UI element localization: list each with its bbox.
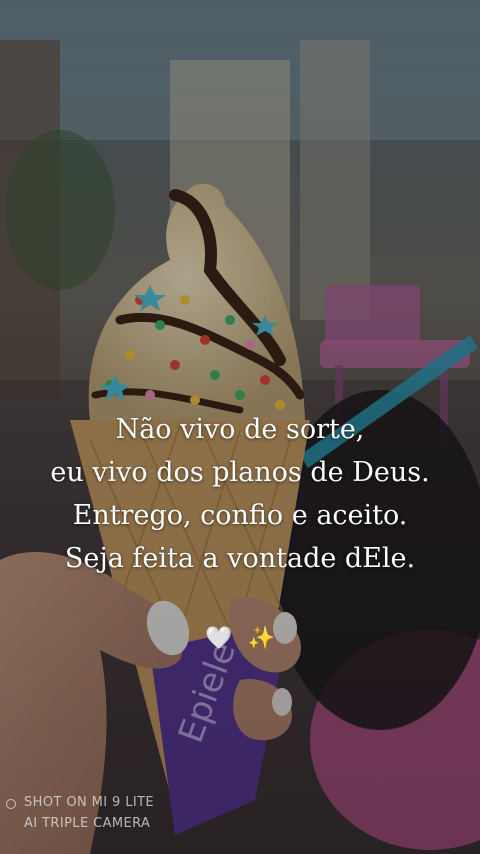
quote-line-1: Não vivo de sorte, [115,414,365,445]
quote-line-2: eu vivo dos planos de Deus. [50,457,430,488]
photo-frame: Epiele [0,0,480,854]
quote-line-3: Entrego, confio e aceito. [72,500,408,531]
camera-lens-icon [6,799,16,809]
white-heart-icon: 🤍 [205,626,233,651]
sparkles-icon: ✨ [247,626,275,651]
camera-watermark: SHOT ON MI 9 LITE AI TRIPLE CAMERA [6,792,266,834]
quote-line-4: Seja feita a vontade dEle. [64,543,416,574]
emoji-row: 🤍 ✨ [0,626,480,651]
watermark-line-1: SHOT ON MI 9 LITE [24,795,155,810]
watermark-line-2: AI TRIPLE CAMERA [24,816,151,831]
quote-text: Não vivo de sorte, eu vivo dos planos de… [0,408,480,580]
